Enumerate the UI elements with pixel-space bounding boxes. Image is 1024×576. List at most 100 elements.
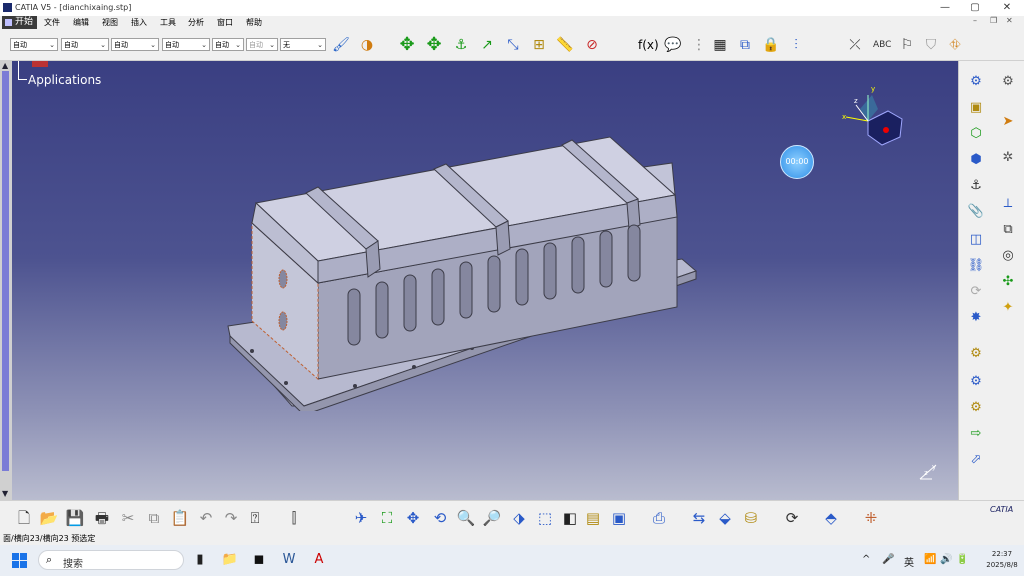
parameters-icon[interactable]: ⧉ xyxy=(736,36,754,54)
gears-icon[interactable]: ⚙ xyxy=(999,73,1017,91)
design-table-icon[interactable]: ⫶ xyxy=(787,36,805,54)
rotate-icon[interactable]: ⟲ xyxy=(430,508,450,528)
hide-show-icon[interactable]: ▤ xyxy=(583,508,603,528)
point-symbol-combo[interactable]: 自动 ⌄ xyxy=(212,38,244,51)
reconnect-icon[interactable]: ⟳ xyxy=(967,283,985,301)
autocad-icon[interactable]: A xyxy=(310,551,328,569)
fly-icon[interactable]: ✥ xyxy=(425,36,443,54)
open-icon[interactable]: 📂 xyxy=(39,508,59,528)
copy-icon[interactable]: ⧉ xyxy=(144,508,164,528)
battery-box-model[interactable] xyxy=(222,131,722,411)
undo-icon[interactable]: ↶ xyxy=(196,508,216,528)
export-icon[interactable]: ⇨ xyxy=(967,425,985,443)
link-icon[interactable]: ✣ xyxy=(999,273,1017,291)
cylinder-icon[interactable]: ⛁ xyxy=(741,508,761,528)
eraser-icon[interactable]: ⬘ xyxy=(821,508,841,528)
menu-view[interactable]: 视图 xyxy=(102,17,118,28)
capture-icon[interactable]: ⎙ xyxy=(649,508,669,528)
word-icon[interactable]: W xyxy=(280,551,298,569)
measure-icon[interactable]: ↗ xyxy=(478,36,496,54)
clash-icon[interactable]: ⧉ xyxy=(999,221,1017,239)
maximize-button[interactable]: ▢ xyxy=(960,1,990,15)
pan-icon[interactable]: ✥ xyxy=(398,36,416,54)
menu-edit[interactable]: 编辑 xyxy=(73,17,89,28)
shading-icon[interactable]: ◧ xyxy=(560,508,580,528)
dimension-icon[interactable]: ⊞ xyxy=(530,36,548,54)
menu-tools[interactable]: 工具 xyxy=(160,17,176,28)
line-icon[interactable]: ⤡ xyxy=(504,36,522,54)
snap-icon[interactable]: ⚓ xyxy=(452,36,470,54)
cursor-icon[interactable]: ➤ xyxy=(999,113,1017,131)
layer-combo[interactable]: 无 ⌄ xyxy=(280,38,326,51)
graph-icon[interactable]: ⫿ xyxy=(284,508,304,528)
move-icon[interactable]: ⬡ xyxy=(967,125,985,143)
tray-overflow-icon[interactable]: ^ xyxy=(862,554,870,565)
doc-restore-button[interactable]: ❐ xyxy=(990,16,997,25)
fly-mode-icon[interactable]: ✈ xyxy=(351,508,371,528)
material-icon[interactable]: ◑ xyxy=(358,36,376,54)
normal-view-icon[interactable]: ⬗ xyxy=(509,508,529,528)
taskbar-clock[interactable]: 22:37 2025/8/8 xyxy=(982,549,1022,571)
tree-node-applications[interactable]: Applications xyxy=(28,73,101,87)
folder-icon[interactable]: 📁 xyxy=(221,551,239,569)
iso-view-icon[interactable]: ⬚ xyxy=(535,508,555,528)
redo-icon[interactable]: ↷ xyxy=(221,508,241,528)
constraint-icon[interactable]: ⟂ xyxy=(999,195,1017,213)
media-icon[interactable]: ◼ xyxy=(250,551,268,569)
color-combo[interactable]: 自动 ⌄ xyxy=(10,38,58,51)
compass-icon[interactable]: ⬙ xyxy=(715,508,735,528)
paint-brush-icon[interactable]: 🖌 xyxy=(332,36,350,54)
line-thickness-combo[interactable]: 自动 ⌄ xyxy=(111,38,159,51)
scroll-up-icon[interactable]: ▲ xyxy=(2,61,8,70)
update-icon[interactable]: ✸ xyxy=(967,309,985,327)
knowledge-icon[interactable]: ⋮ xyxy=(690,36,708,54)
close-button[interactable]: ✕ xyxy=(992,1,1022,15)
print-icon[interactable]: 🖶 xyxy=(92,508,112,528)
section-icon[interactable]: ◫ xyxy=(967,231,985,249)
zoom-in-icon[interactable]: 🔍 xyxy=(456,508,476,528)
linetype-combo[interactable]: 自动 ⌄ xyxy=(162,38,210,51)
menu-insert[interactable]: 插入 xyxy=(131,17,147,28)
zoom-out-icon[interactable]: 🔎 xyxy=(482,508,502,528)
save-icon[interactable]: 💾 xyxy=(65,508,85,528)
assembly-icon[interactable]: ⬢ xyxy=(967,151,985,169)
product-icon[interactable]: ⚙ xyxy=(967,73,985,91)
attach-icon[interactable]: 📎 xyxy=(967,203,985,221)
sparkle-icon[interactable]: ✦ xyxy=(999,299,1017,317)
menu-start[interactable]: 开始 xyxy=(2,16,38,29)
abc-text-icon[interactable]: ABC xyxy=(873,36,891,54)
grid-icon[interactable]: ⁜ xyxy=(861,508,881,528)
swap-icon[interactable]: ▣ xyxy=(609,508,629,528)
cog-3-icon[interactable]: ⚙ xyxy=(967,399,985,417)
sketch-icon[interactable]: ⤫ xyxy=(846,36,864,54)
menu-file[interactable]: 文件 xyxy=(44,17,60,28)
catalog-icon[interactable]: ⛗ xyxy=(946,36,964,54)
menu-help[interactable]: 帮助 xyxy=(246,17,262,28)
doc-close-button[interactable]: ✕ xyxy=(1006,16,1013,25)
new-icon[interactable]: 🗋 xyxy=(14,508,34,528)
windows-start-icon[interactable] xyxy=(12,553,27,568)
tree-scroll-strip[interactable]: ▲ ▼ xyxy=(0,61,12,500)
lock-icon[interactable]: 🔒 xyxy=(762,36,780,54)
snapshot-icon[interactable]: ⛓ xyxy=(967,257,985,275)
paste-icon[interactable]: 📋 xyxy=(170,508,190,528)
scroll-down-icon[interactable]: ▼ xyxy=(2,489,8,498)
cut-icon[interactable]: ✂ xyxy=(118,508,138,528)
volume-icon[interactable]: 🔊 xyxy=(940,554,952,565)
manipulate-icon[interactable]: ⚓ xyxy=(967,177,985,195)
bom-icon[interactable]: ◎ xyxy=(999,247,1017,265)
ime-indicator[interactable]: 英 xyxy=(904,554,914,569)
menu-window[interactable]: 窗口 xyxy=(217,17,233,28)
publish-icon[interactable]: ⬀ xyxy=(967,451,985,469)
3d-viewport[interactable]: Applications 00:00 y z x y z xyxy=(12,61,958,500)
transparency-combo[interactable]: 自动 ⌄ xyxy=(61,38,109,51)
scrollbar-thumb[interactable] xyxy=(2,71,9,471)
comment-icon[interactable]: 💬 xyxy=(664,36,682,54)
measure-item-icon[interactable]: ⊘ xyxy=(583,36,601,54)
part-icon[interactable]: ▣ xyxy=(967,99,985,117)
whats-this-icon[interactable]: ⍰ xyxy=(245,508,265,528)
minimize-button[interactable]: — xyxy=(930,1,960,15)
taskbar-search-input[interactable]: ⌕ 搜索 xyxy=(38,550,184,570)
menu-analysis[interactable]: 分析 xyxy=(188,17,204,28)
cog-2-icon[interactable]: ⚙ xyxy=(967,373,985,391)
